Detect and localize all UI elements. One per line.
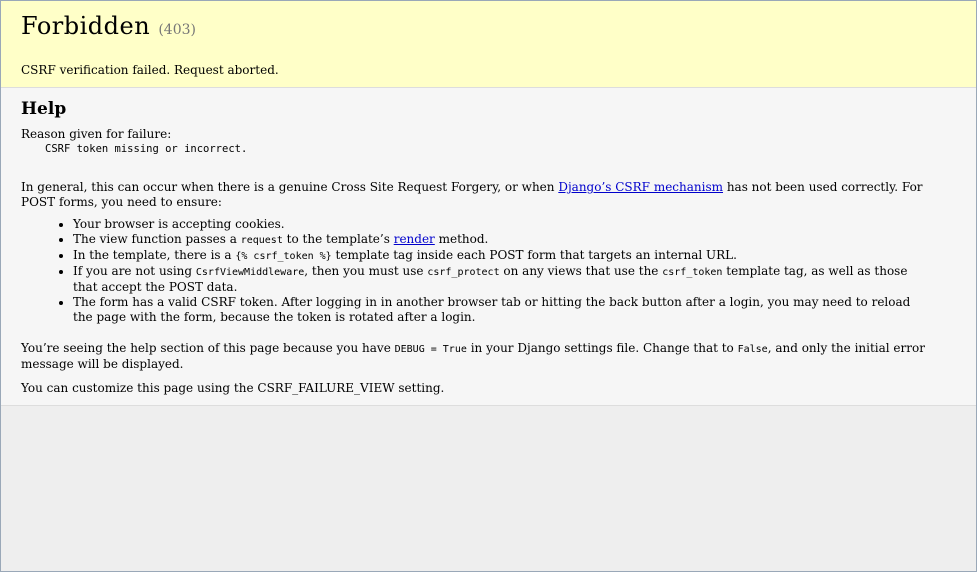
- list-item: If you are not using CsrfViewMiddleware,…: [73, 264, 956, 295]
- list-item-text: The view function passes a: [73, 232, 241, 246]
- list-item: The form has a valid CSRF token. After l…: [73, 295, 956, 325]
- error-page: { "summary": { "title": "Forbidden", "st…: [0, 0, 977, 572]
- reason-label: Reason given for failure:: [21, 127, 172, 141]
- list-item: The view function passes a request to th…: [73, 232, 956, 248]
- customize-note: You can customize this page using the CS…: [21, 381, 445, 395]
- code-csrf-token: csrf_token: [662, 267, 723, 278]
- page-title: Forbidden (403): [21, 11, 956, 45]
- code-request: request: [240, 235, 283, 246]
- requirements-list: Your browser is accepting cookies. The v…: [21, 217, 956, 325]
- summary-banner: Forbidden (403) CSRF verification failed…: [1, 1, 976, 88]
- help-heading: Help: [21, 99, 67, 119]
- reason-text: CSRF token missing or incorrect.: [45, 143, 248, 155]
- code-csrf-token-tag: {% csrf_token %}: [235, 251, 332, 262]
- list-item-text: If you are not using: [73, 264, 196, 278]
- debug-note: You’re seeing the help section of this p…: [21, 341, 956, 372]
- list-item-text: Your browser is accepting cookies.: [73, 217, 285, 231]
- list-item-text: The form has a valid CSRF token. After l…: [73, 295, 911, 324]
- list-item: Your browser is accepting cookies.: [73, 217, 956, 232]
- general-text-a: In general, this can occur when there is…: [21, 180, 559, 194]
- list-item-text: template tag inside each POST form that …: [331, 248, 737, 262]
- general-explanation: In general, this can occur when there is…: [21, 180, 956, 210]
- list-item-text: , then you must use: [304, 264, 428, 278]
- render-docs-link[interactable]: render: [394, 232, 435, 246]
- list-item: In the template, there is a {% csrf_toke…: [73, 248, 956, 264]
- status-code: (403): [158, 22, 196, 38]
- list-item-text: on any views that use the: [499, 264, 663, 278]
- csrf-docs-link[interactable]: Django’s CSRF mechanism: [558, 180, 723, 194]
- code-csrf-middleware: CsrfViewMiddleware: [195, 267, 305, 278]
- error-message: CSRF verification failed. Request aborte…: [21, 63, 279, 77]
- list-item-text: to the template’s: [282, 232, 394, 246]
- code-debug-true: DEBUG = True: [394, 344, 467, 355]
- page-title-text: Forbidden: [21, 12, 151, 40]
- list-item-text: method.: [434, 232, 489, 246]
- help-section: Help Reason given for failure: CSRF toke…: [1, 88, 976, 406]
- code-csrf-protect: csrf_protect: [427, 267, 500, 278]
- debug-text-a: You’re seeing the help section of this p…: [21, 341, 395, 355]
- debug-text-b: in your Django settings file. Change tha…: [466, 341, 738, 355]
- code-false: False: [737, 344, 768, 355]
- list-item-text: In the template, there is a: [73, 248, 236, 262]
